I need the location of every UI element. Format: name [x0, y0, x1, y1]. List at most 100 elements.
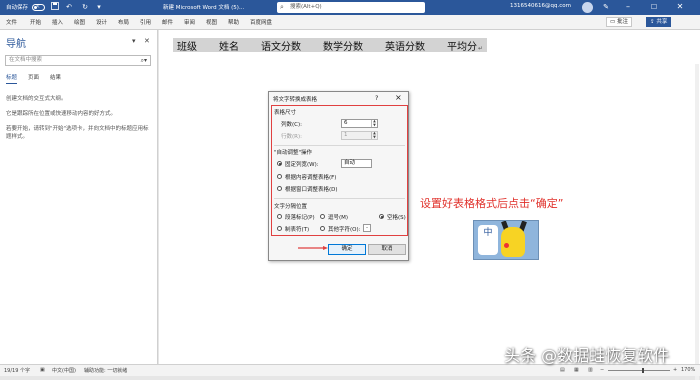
undo-icon[interactable]: ↶ — [64, 2, 74, 12]
divider — [274, 198, 405, 199]
read-mode-icon[interactable]: ▤ — [560, 367, 565, 373]
convert-text-to-table-dialog: 将文字转换成表格 ? × 表格尺寸 列数(C): 6 ▲ ▼ 行数(R): 1 ▲… — [268, 91, 409, 261]
cancel-button[interactable]: 取消 — [368, 244, 406, 255]
fixed-width-input[interactable]: 自动 — [341, 159, 372, 168]
account-name[interactable]: 1316540616@qq.com — [510, 3, 571, 9]
zoom-slider-handle[interactable] — [642, 368, 644, 373]
print-layout-icon[interactable]: ▦ — [574, 367, 579, 373]
redo-icon[interactable]: ↻ — [80, 2, 90, 12]
spin-arrows-icon[interactable]: ▲ ▼ — [371, 119, 377, 127]
menu-design[interactable]: 设计 — [96, 18, 107, 26]
menu-insert[interactable]: 插入 — [52, 18, 63, 26]
minimize-icon[interactable]: – — [622, 1, 634, 13]
vertical-scrollbar[interactable] — [695, 64, 699, 380]
zoom-level[interactable]: 170% — [681, 367, 695, 373]
title-bar: 自动保存 关 ↶ ↻ ▾ 新建 Microsoft Word 文档 (5)...… — [0, 0, 700, 15]
nav-help-text-2: 它是跟踪所在位置或快速移动内容的好方式。 — [6, 111, 117, 117]
customize-icon[interactable]: ▾ — [94, 2, 104, 12]
header-chinese-score: 语文分数 — [261, 41, 301, 53]
dialog-close-icon[interactable]: × — [395, 93, 402, 102]
search-icon[interactable]: ⌕▾ — [141, 56, 147, 65]
search-box[interactable]: ⌕ 搜索(Alt+Q) — [277, 2, 425, 13]
menu-view[interactable]: 视图 — [206, 18, 217, 26]
columns-stepper[interactable]: 6 ▲ ▼ — [341, 119, 378, 128]
comma-radio[interactable] — [320, 214, 325, 219]
autosave-state: 关 — [36, 4, 40, 8]
header-name: 姓名 — [219, 41, 239, 53]
pikachu-icon — [501, 227, 525, 257]
comma-label: 逗号(M) — [328, 215, 349, 221]
accessibility-status[interactable]: 辅助功能: 一切就绪 — [84, 367, 127, 374]
rows-value: 1 — [344, 132, 348, 138]
nav-help-text-1: 创建文档的交互式大纲。 — [6, 96, 67, 102]
sticker-cheek — [504, 243, 509, 248]
other-char-radio[interactable] — [320, 226, 325, 231]
rows-label: 行数(R): — [281, 134, 302, 140]
menu-draw[interactable]: 绘图 — [74, 18, 85, 26]
pen-icon[interactable]: ✎ — [600, 1, 612, 13]
pikachu-sticker-image: 中 — [473, 220, 539, 260]
menu-references[interactable]: 引用 — [140, 18, 151, 26]
nav-search-input[interactable]: 在文档中搜索 ⌕▾ — [5, 55, 151, 66]
fit-window-radio[interactable] — [277, 186, 282, 191]
watermark: 头条 @数据蛙恢复软件 — [504, 346, 670, 365]
header-average: 平均分↵ — [447, 38, 483, 53]
columns-value: 6 — [344, 120, 348, 126]
nav-options-icon[interactable]: ▾ — [132, 37, 136, 45]
menu-help[interactable]: 帮助 — [228, 18, 239, 26]
menu-review[interactable]: 审阅 — [184, 18, 195, 26]
maximize-icon[interactable]: ☐ — [648, 1, 660, 13]
web-layout-icon[interactable]: ▥ — [588, 367, 593, 373]
proofing-icon[interactable]: ▣ — [40, 367, 45, 373]
avatar[interactable] — [582, 2, 593, 13]
space-radio[interactable] — [379, 214, 384, 219]
menu-bar: 文件 开始 插入 绘图 设计 布局 引用 邮件 审阅 视图 帮助 百度网盘 ▭ … — [0, 15, 700, 30]
tab-headings[interactable]: 标题 — [6, 73, 18, 84]
share-button[interactable]: ⇪ 共享 — [646, 17, 672, 27]
paragraph-mark-radio[interactable] — [277, 214, 282, 219]
search-icon: ⌕ — [280, 3, 284, 11]
share-label: 共享 — [656, 19, 668, 25]
nav-close-icon[interactable]: ✕ — [144, 37, 150, 45]
fit-window-label: 根据窗口调整表格(D) — [285, 187, 338, 193]
document-title: 新建 Microsoft Word 文档 (5)... — [163, 5, 245, 11]
ok-button[interactable]: 确定 — [328, 244, 366, 255]
zoom-slider[interactable] — [608, 370, 670, 371]
red-arrow-icon — [298, 246, 328, 250]
instruction-annotation: 设置好表格格式后点击“确定” — [420, 197, 564, 210]
nav-title: 导航 — [6, 39, 26, 50]
fixed-width-label: 固定列宽(W): — [285, 162, 319, 168]
tab-pages[interactable]: 页面 — [28, 73, 39, 81]
zoom-in-icon[interactable]: + — [673, 367, 677, 373]
fixed-width-radio[interactable] — [277, 161, 282, 166]
other-char-value: - — [366, 225, 368, 231]
menu-mailings[interactable]: 邮件 — [162, 18, 173, 26]
separator-group-label: 文字分隔位置 — [274, 204, 308, 210]
zoom-out-icon[interactable]: − — [600, 367, 604, 373]
tab-radio[interactable] — [277, 226, 282, 231]
comment-button[interactable]: ▭ 批注 — [606, 17, 632, 27]
word-count[interactable]: 19/19 个字 — [4, 367, 30, 374]
selected-text-row[interactable]: 班级 姓名 语文分数 数学分数 英语分数 平均分↵ — [173, 38, 488, 53]
menu-file[interactable]: 文件 — [6, 18, 17, 26]
help-icon[interactable]: ? — [375, 94, 378, 102]
tab-label: 制表符(T) — [285, 227, 310, 233]
language[interactable]: 中文(中国) — [52, 367, 76, 374]
save-icon[interactable] — [50, 2, 60, 12]
divider — [274, 145, 405, 146]
other-char-label: 其他字符(O): — [328, 227, 361, 233]
header-math-score: 数学分数 — [323, 41, 363, 53]
sticker-char: 中 — [478, 225, 498, 255]
other-char-input[interactable]: - — [363, 224, 371, 232]
menu-baidu-netdisk[interactable]: 百度网盘 — [250, 18, 272, 26]
paragraph-mark: ↵ — [478, 44, 484, 52]
table-size-group-label: 表格尺寸 — [274, 110, 297, 116]
menu-home[interactable]: 开始 — [30, 18, 41, 26]
fit-content-radio[interactable] — [277, 174, 282, 179]
header-english-score: 英语分数 — [385, 41, 425, 53]
menu-layout[interactable]: 布局 — [118, 18, 129, 26]
close-icon[interactable]: ✕ — [674, 1, 686, 13]
search-placeholder: 搜索(Alt+Q) — [290, 4, 322, 10]
space-label: 空格(S) — [387, 215, 406, 221]
tab-results[interactable]: 结果 — [50, 73, 61, 81]
